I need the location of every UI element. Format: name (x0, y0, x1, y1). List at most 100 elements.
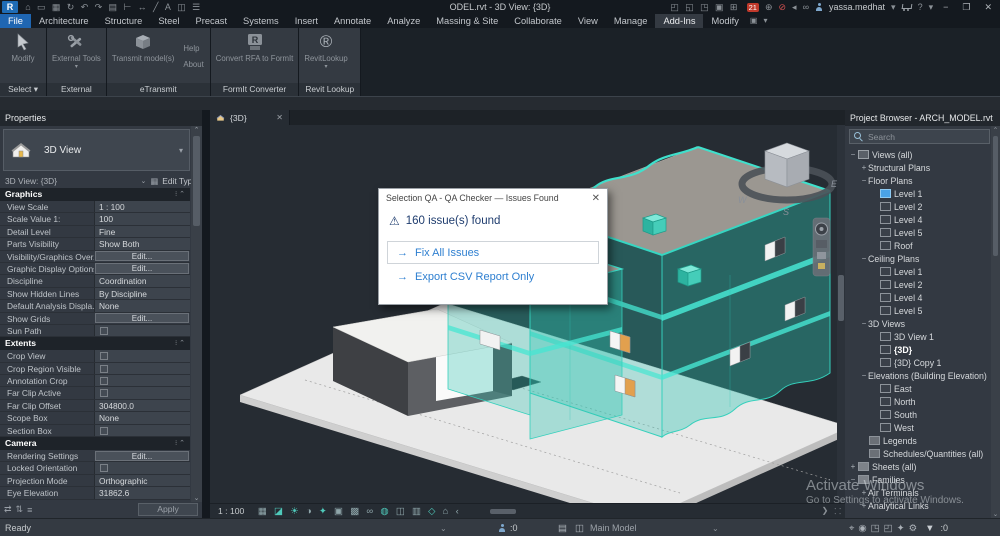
drag-on-selection-icon[interactable]: ✦ (897, 523, 905, 534)
tree-item-legends[interactable]: Legends (845, 434, 1000, 447)
tree-expander-icon[interactable]: − (849, 475, 857, 484)
properties-scrollbar[interactable]: ⌃⌄ (191, 126, 202, 502)
tab-insert[interactable]: Insert (287, 14, 326, 28)
checkbox[interactable] (100, 352, 108, 360)
tree-item-level-4[interactable]: Level 4 (845, 291, 1000, 304)
save-icon[interactable]: ▦ (52, 1, 61, 13)
signin-warning-icon[interactable]: ⊘ (779, 2, 787, 13)
worksets-icon[interactable]: ☰ (192, 1, 200, 13)
property-value[interactable] (94, 350, 190, 361)
tree-item-level-1[interactable]: Level 1 (845, 187, 1000, 200)
property-value[interactable]: 31862.6 (94, 487, 190, 498)
tree-item-south[interactable]: South (845, 408, 1000, 421)
checkbox[interactable] (100, 365, 108, 373)
tab-annotate[interactable]: Annotate (326, 14, 379, 28)
tab-analyze[interactable]: Analyze (379, 14, 428, 28)
worksets-icon[interactable]: ▤ (558, 523, 567, 534)
apply-button[interactable]: Apply (138, 503, 198, 516)
design-options-icon[interactable]: ◫ (575, 523, 584, 534)
tree-item-schedules-quantities-all[interactable]: Schedules/Quantities (all) (845, 447, 1000, 460)
sun-path-icon[interactable]: ☀ (290, 506, 299, 517)
print-icon[interactable]: ▤ (109, 1, 118, 13)
select-underlay-icon[interactable]: ◉ (858, 523, 866, 534)
open-file-icon[interactable]: ▭ (37, 1, 46, 13)
tab-file[interactable]: File (0, 14, 31, 28)
tree-expander-icon[interactable]: − (860, 254, 868, 263)
reveal-hidden-icon[interactable]: ◍ (380, 506, 388, 517)
close-hidden-icon[interactable]: ◱ (685, 1, 694, 13)
tree-item-3d[interactable]: {3D} (845, 343, 1000, 356)
detail-level-icon[interactable]: ▦ (258, 506, 267, 517)
store-cart-icon[interactable] (902, 3, 912, 11)
worksharing-display-icon[interactable]: ◫ (396, 506, 405, 517)
property-value[interactable]: 304800.0 (94, 400, 190, 411)
property-value[interactable] (94, 375, 190, 386)
section-collapse-icon[interactable]: ⁝ ⌃ (175, 437, 185, 450)
canvas-hscrollbar-thumb[interactable] (490, 509, 516, 514)
tree-expander-icon[interactable]: + (849, 462, 857, 471)
resize-grip-icon[interactable]: ⸬ (834, 506, 841, 517)
section-icon[interactable]: ◫ (177, 1, 186, 13)
tree-item-structural-plans[interactable]: +Structural Plans (845, 161, 1000, 174)
scale-control[interactable]: 1 : 100 (218, 506, 244, 516)
tile-icon[interactable]: ⊞ (730, 1, 738, 13)
type-selector-chevron-icon[interactable]: ▾ (179, 146, 183, 155)
panel-label-revit-lookup[interactable]: Revit Lookup (299, 83, 360, 96)
sort-ascending-icon[interactable]: ⇅ (16, 504, 24, 515)
back-icon[interactable]: ◂ (792, 2, 797, 13)
navigation-bar[interactable] (813, 218, 830, 276)
visual-style-icon[interactable]: ◪ (274, 506, 283, 517)
tree-item-level-2[interactable]: Level 2 (845, 200, 1000, 213)
restore-order-icon[interactable]: ⇄ (4, 504, 12, 515)
show-crop-icon[interactable]: ▩ (350, 506, 359, 517)
property-value[interactable]: Coordination (94, 275, 190, 286)
view-selector-chevron-icon[interactable]: ⌄ (140, 177, 146, 185)
edit-button[interactable]: Edit... (95, 313, 189, 323)
tree-expander-icon[interactable]: − (849, 150, 857, 159)
select-by-face-icon[interactable]: ◰ (884, 523, 893, 534)
revit-logo[interactable]: R (2, 1, 18, 13)
settings-icon[interactable]: ⚙ (909, 523, 918, 534)
property-value[interactable]: By Discipline (94, 288, 190, 299)
main-model-label[interactable]: Main Model (590, 523, 637, 533)
cascade-icon[interactable]: ▣ (715, 1, 724, 13)
tree-item-ceiling-plans[interactable]: −Ceiling Plans (845, 252, 1000, 265)
tree-item-3d-copy-1[interactable]: {3D} Copy 1 (845, 356, 1000, 369)
reveal-constraints-icon[interactable]: ⌂ (443, 506, 449, 517)
properties-header[interactable]: Properties (0, 110, 202, 126)
property-value[interactable] (94, 387, 190, 398)
tree-expander-icon[interactable]: − (860, 176, 868, 185)
sun-settings-icon[interactable]: ✦ (319, 506, 327, 517)
property-value[interactable] (94, 325, 190, 336)
tree-item-level-5[interactable]: Level 5 (845, 226, 1000, 239)
temp-view-properties-icon[interactable]: ▥ (412, 506, 421, 517)
user-name[interactable]: yassa.medhat (829, 2, 885, 12)
help-chevron-icon[interactable]: ▾ (929, 2, 934, 13)
tree-item-floor-plans[interactable]: −Floor Plans (845, 174, 1000, 187)
tab-steel[interactable]: Steel (150, 14, 187, 28)
text-icon[interactable]: A (165, 1, 171, 13)
property-value[interactable] (94, 425, 190, 436)
shadows-icon[interactable]: ◑ (306, 506, 312, 517)
checkbox[interactable] (100, 327, 108, 335)
type-selector[interactable]: 3D View ▾ (3, 129, 190, 171)
scroll-right-icon[interactable]: ❯ (822, 506, 829, 517)
modify-button[interactable]: Modify (2, 29, 44, 83)
user-menu-chevron-icon[interactable]: ▾ (891, 2, 896, 13)
panel-label-formit-converter[interactable]: FormIt Converter (211, 83, 299, 96)
tree-item-roof[interactable]: Roof (845, 239, 1000, 252)
tab-add-ins[interactable]: Add-Ins (655, 14, 703, 28)
tree-expander-icon[interactable]: + (860, 501, 868, 510)
tree-item-level-2[interactable]: Level 2 (845, 278, 1000, 291)
help-button[interactable]: Help (183, 44, 203, 53)
collapse-icon[interactable]: ‹ (456, 506, 459, 517)
edit-button[interactable]: Edit... (95, 251, 189, 261)
accessibility-icon[interactable]: ⊕ (765, 2, 773, 13)
hide-isolate-icon[interactable]: ∞ (366, 506, 373, 517)
section-header-extents[interactable]: Extents⁝ ⌃ (0, 337, 190, 350)
tree-item-3d-view-1[interactable]: 3D View 1 (845, 330, 1000, 343)
panel-label-etransmit[interactable]: eTransmit (107, 83, 210, 96)
home-icon[interactable]: ⌂ (25, 1, 30, 13)
search-help-icon[interactable]: ∞ (803, 2, 809, 12)
tab-massing-site[interactable]: Massing & Site (428, 14, 506, 28)
